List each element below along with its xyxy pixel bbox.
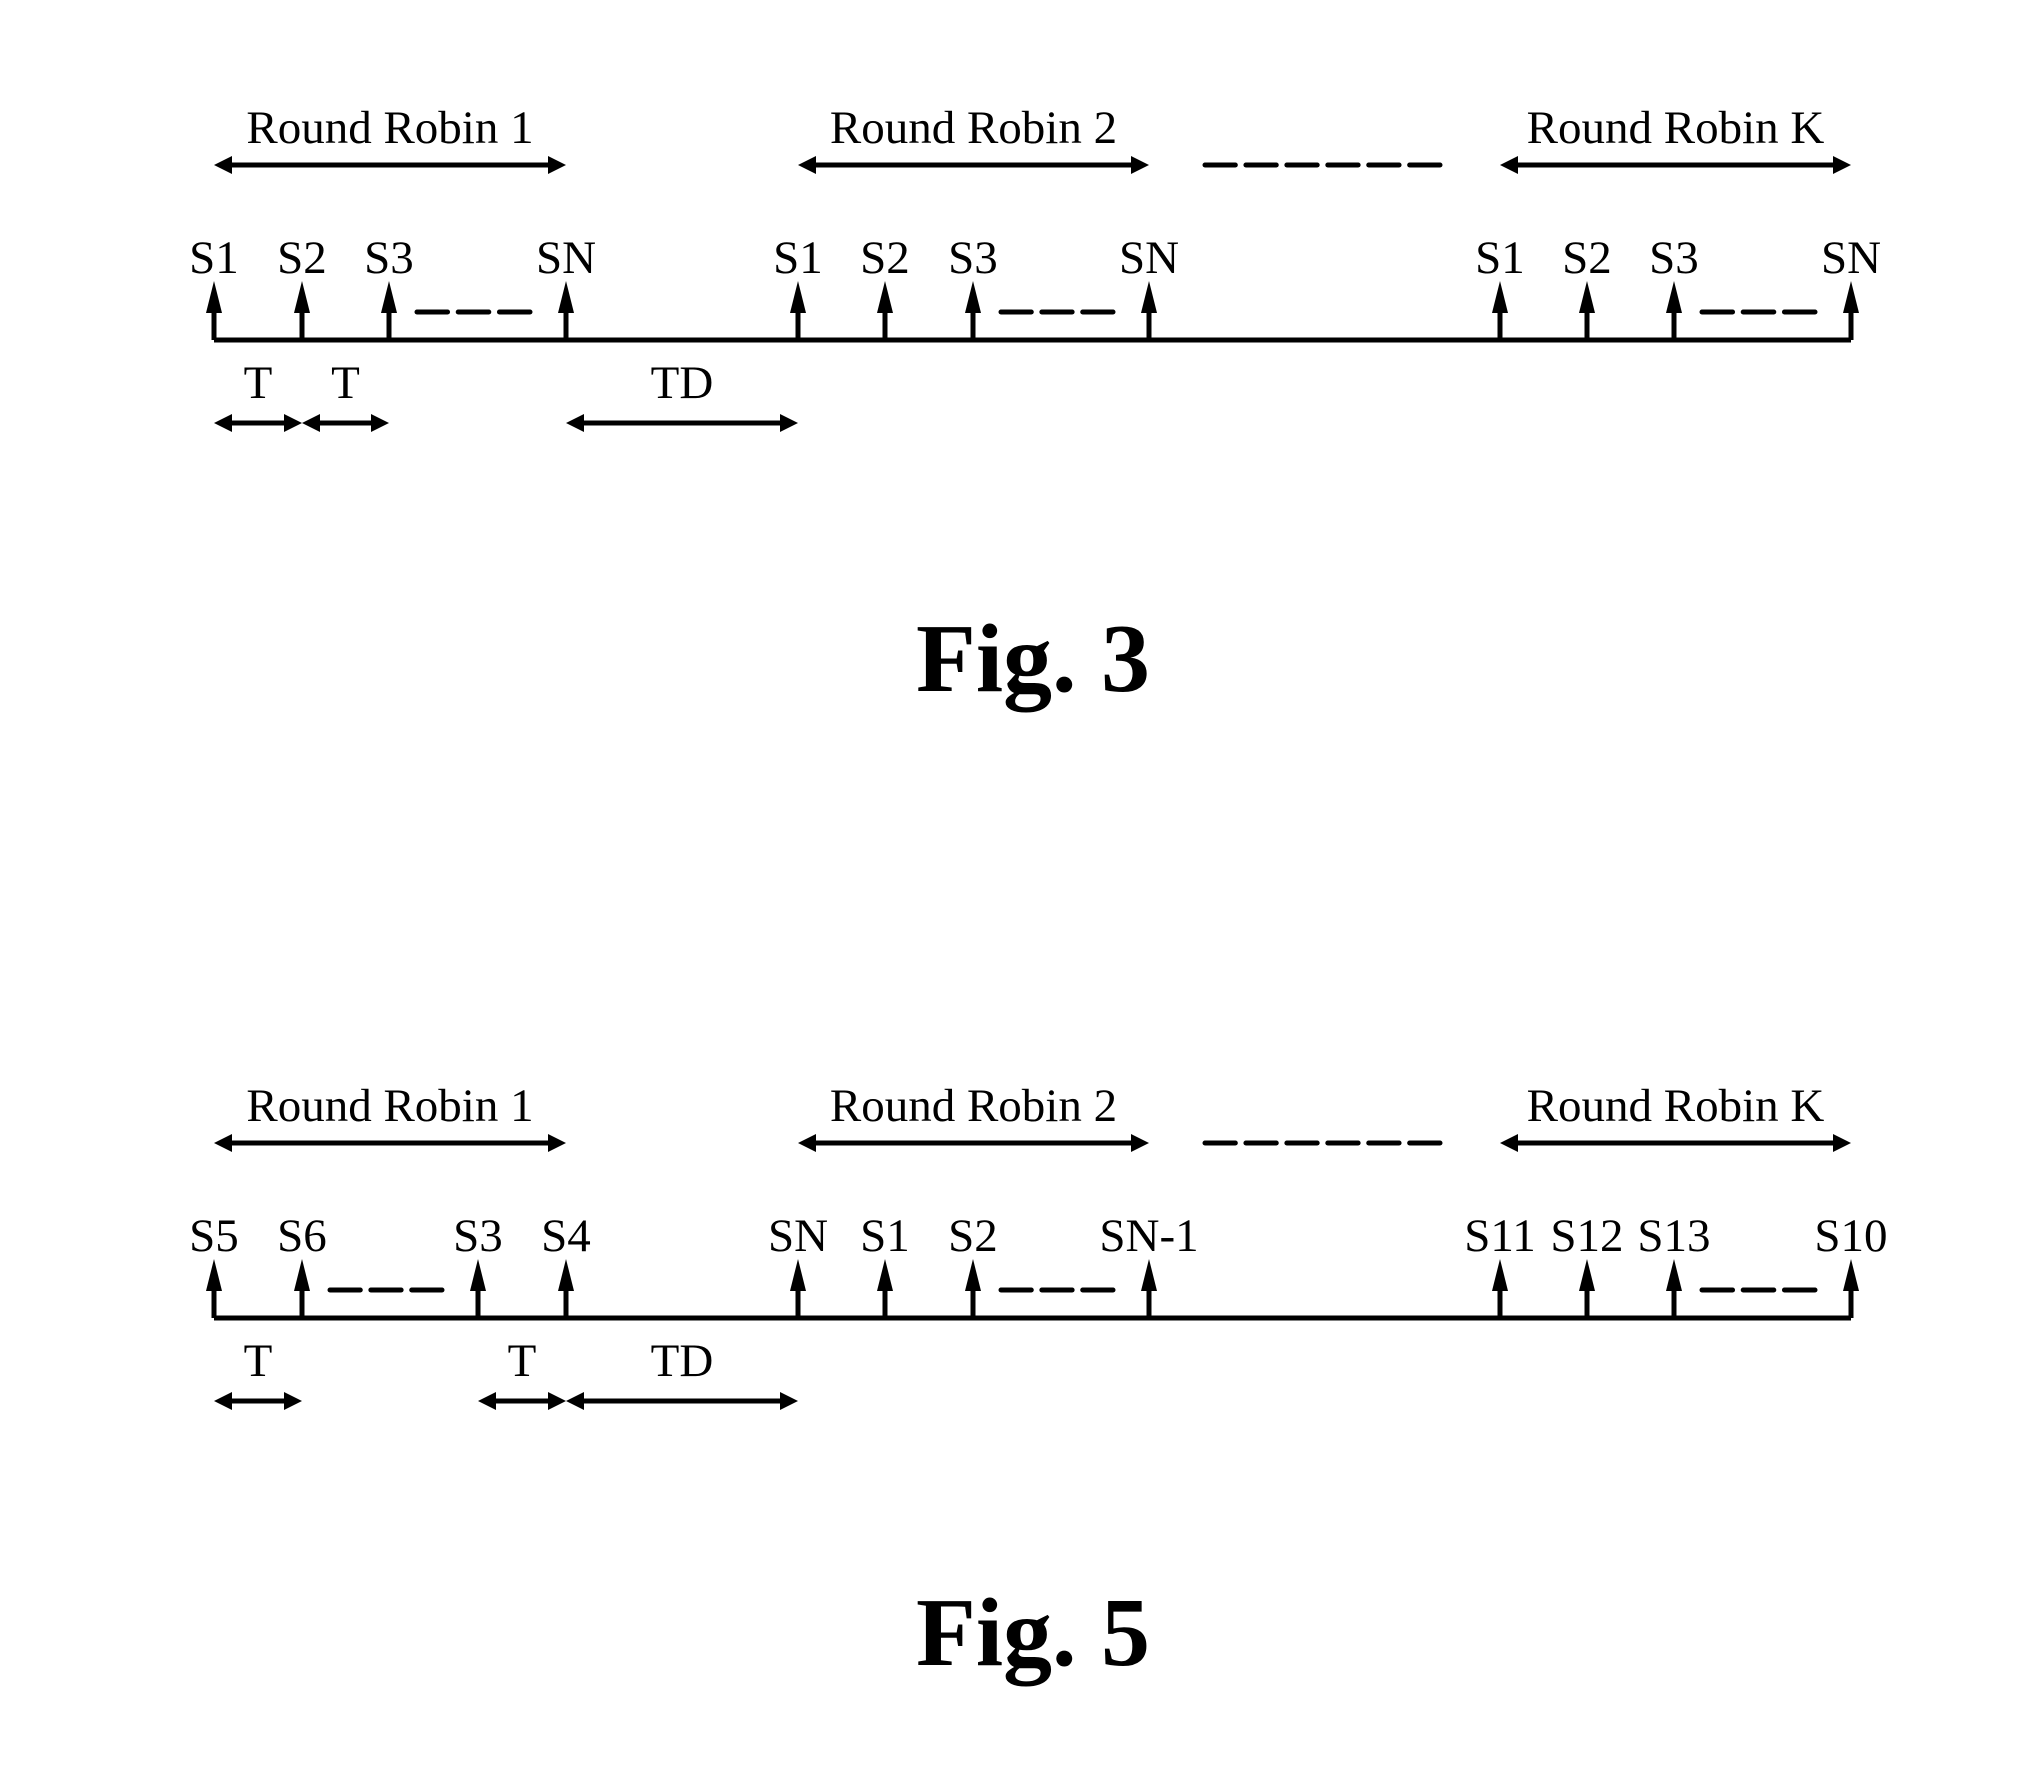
slot-label: S3	[1649, 232, 1699, 284]
round-robin-span-arrow	[214, 156, 566, 174]
slot-marker: S12	[1550, 1210, 1624, 1318]
round-robin-group: Round Robin 1 S5 S6 S3 S4	[189, 1080, 591, 1318]
round-robin-label: Round Robin 2	[830, 102, 1117, 154]
interval-label: T	[508, 1335, 537, 1387]
slot-marker: SN	[536, 232, 596, 340]
slot-marker: S3	[364, 232, 414, 340]
figure-3: Round Robin 1 S1 S2 S3 SN Round Robin 2 S1 S2 S3…	[189, 102, 1881, 713]
round-robin-label: Round Robin 1	[246, 102, 533, 154]
slot-label: S4	[541, 1210, 591, 1262]
slot-marker: S1	[1475, 232, 1525, 340]
interval-t: T	[478, 1335, 566, 1410]
slot-label: S1	[860, 1210, 910, 1262]
slot-label: S2	[860, 232, 910, 284]
interval-label: T	[244, 357, 273, 409]
slot-label: S3	[948, 232, 998, 284]
round-robin-label: Round Robin K	[1527, 102, 1825, 154]
round-robin-label: Round Robin 2	[830, 1080, 1117, 1132]
round-robin-span-arrow	[214, 1134, 566, 1152]
slot-label: SN	[1119, 232, 1179, 284]
slot-label: SN	[536, 232, 596, 284]
slot-marker: S13	[1637, 1210, 1711, 1318]
slot-marker: S4	[541, 1210, 591, 1318]
slot-marker: SN	[768, 1210, 828, 1318]
interval-arrow	[566, 414, 798, 432]
slot-marker: SN-1	[1099, 1210, 1199, 1318]
slot-label: S3	[364, 232, 414, 284]
slot-marker: S6	[277, 1210, 327, 1318]
interval-arrow	[302, 414, 389, 432]
slot-label: SN	[768, 1210, 828, 1262]
slot-marker: S10	[1814, 1210, 1888, 1318]
figure-caption: Fig. 5	[916, 1579, 1150, 1687]
interval-t: T	[214, 1335, 302, 1410]
slot-marker: SN	[1821, 232, 1881, 340]
figure-canvas: Round Robin 1 S1 S2 S3 SN Round Robin 2 S1 S2 S3…	[189, 102, 1887, 1687]
interval-arrow	[214, 1392, 302, 1410]
slot-marker: S5	[189, 1210, 239, 1318]
round-robin-group: Round Robin 1 S1 S2 S3 SN	[189, 102, 596, 340]
round-robin-group: Round Robin K S11 S12 S13 S10	[1464, 1080, 1888, 1318]
slot-marker: SN	[1119, 232, 1179, 340]
slot-label: SN-1	[1099, 1210, 1198, 1262]
slot-marker: S1	[773, 232, 823, 340]
interval-td: TD	[566, 1335, 798, 1410]
slot-label: S3	[453, 1210, 503, 1262]
round-robin-group: Round Robin 2 S1 S2 S3 SN	[773, 102, 1179, 340]
slot-label: S2	[948, 1210, 998, 1262]
slot-label: S2	[1562, 232, 1612, 284]
round-robin-group: Round Robin 2 SN S1 S2 SN-1	[768, 1080, 1199, 1318]
slot-marker: S2	[948, 1210, 998, 1318]
round-robin-group: Round Robin K S1 S2 S3 SN	[1475, 102, 1881, 340]
interval-arrow	[566, 1392, 798, 1410]
slot-marker: S1	[189, 232, 239, 340]
interval-label: TD	[651, 357, 714, 409]
slot-label: SN	[1821, 232, 1881, 284]
round-robin-label: Round Robin 1	[246, 1080, 533, 1132]
slot-label: S13	[1637, 1210, 1710, 1262]
interval-label: T	[331, 357, 360, 409]
figure-caption: Fig. 3	[916, 605, 1150, 713]
slot-label: S1	[189, 232, 239, 284]
slot-marker: S2	[1562, 232, 1612, 340]
slot-label: S5	[189, 1210, 239, 1262]
slot-marker: S3	[948, 232, 998, 340]
slot-label: S11	[1464, 1210, 1535, 1262]
interval-arrow	[214, 414, 302, 432]
figure-5: Round Robin 1 S5 S6 S3 S4 Round Robin 2 SN S1 S2…	[189, 1080, 1887, 1687]
slot-marker: S3	[1649, 232, 1699, 340]
slot-marker: S2	[860, 232, 910, 340]
slot-label: S1	[1475, 232, 1525, 284]
slot-marker: S2	[277, 232, 327, 340]
slot-label: S1	[773, 232, 823, 284]
slot-label: S12	[1550, 1210, 1623, 1262]
interval-td: TD	[566, 357, 798, 432]
slot-label: S10	[1814, 1210, 1887, 1262]
round-robin-span-arrow	[1500, 1134, 1851, 1152]
slot-marker: S3	[453, 1210, 503, 1318]
slot-marker: S11	[1464, 1210, 1536, 1318]
slot-marker: S1	[860, 1210, 910, 1318]
round-robin-span-arrow	[798, 156, 1149, 174]
interval-label: TD	[651, 1335, 714, 1387]
interval-t: T	[302, 357, 389, 432]
interval-arrow	[478, 1392, 566, 1410]
round-robin-span-arrow	[798, 1134, 1149, 1152]
slot-label: S2	[277, 232, 327, 284]
interval-t: T	[214, 357, 302, 432]
round-robin-label: Round Robin K	[1527, 1080, 1825, 1132]
round-robin-span-arrow	[1500, 156, 1851, 174]
slot-label: S6	[277, 1210, 327, 1262]
interval-label: T	[244, 1335, 273, 1387]
